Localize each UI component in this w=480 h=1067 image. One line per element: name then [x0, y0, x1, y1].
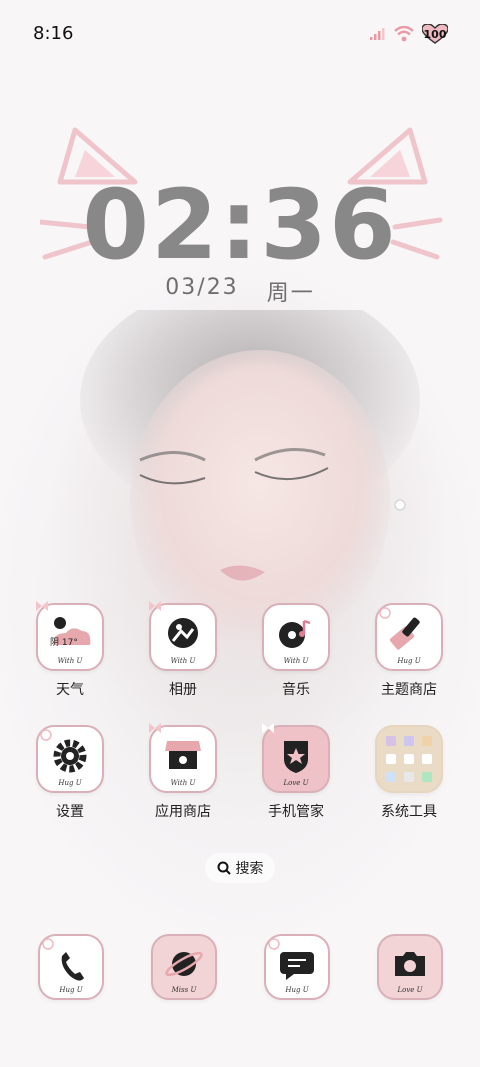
app-store[interactable]: With U 应用商店	[138, 723, 228, 821]
battery-level: 100	[423, 27, 447, 41]
clock-widget-time[interactable]: 02:36	[0, 175, 480, 275]
app-settings[interactable]: Hug U 设置	[25, 725, 115, 821]
shield-star-icon: Love U	[262, 723, 330, 793]
app-gallery[interactable]: With U 相册	[138, 601, 228, 699]
search-label: 搜索	[235, 861, 264, 877]
app-label: 主题商店	[381, 682, 437, 698]
phone-icon: Hug U	[38, 934, 104, 1000]
gallery-icon: With U	[149, 601, 217, 671]
icon-signature: With U	[283, 657, 309, 665]
status-bar: 8:16 100	[0, 0, 480, 68]
signal-icon	[370, 28, 385, 40]
planet-icon: Miss U	[151, 934, 217, 1000]
app-label: 天气	[56, 682, 84, 698]
icon-signature: Love U	[397, 986, 423, 994]
icon-signature: Hug U	[397, 657, 421, 665]
icon-signature: Love U	[283, 779, 309, 787]
app-theme-store[interactable]: Hug U 主题商店	[364, 603, 454, 699]
dock-browser[interactable]: Miss U	[139, 934, 229, 1000]
theme-brush-icon: Hug U	[375, 603, 443, 671]
app-label: 应用商店	[155, 804, 211, 820]
icon-signature: With U	[170, 657, 196, 665]
folder-icon	[375, 725, 443, 793]
app-label: 系统工具	[381, 804, 437, 820]
clock-widget-date: 03/23 周一	[0, 275, 480, 307]
store-icon: With U	[149, 723, 217, 793]
app-phone-manager[interactable]: Love U 手机管家	[251, 723, 341, 821]
wallpaper-portrait	[80, 310, 420, 640]
weather-icon: 阴 17° With U	[36, 601, 104, 671]
status-time: 8:16	[33, 23, 74, 44]
weather-text: 阴 17°	[50, 638, 78, 648]
app-system-tools-folder[interactable]: 系统工具	[364, 725, 454, 821]
gear-icon: Hug U	[36, 725, 104, 793]
icon-signature: With U	[57, 657, 83, 665]
search-button[interactable]: 搜索	[205, 853, 275, 883]
app-music[interactable]: With U 音乐	[251, 603, 341, 699]
dock-phone[interactable]: Hug U	[26, 934, 116, 1000]
app-weather[interactable]: 阴 17° With U 天气	[25, 601, 115, 699]
date-text: 03/23	[165, 275, 239, 300]
icon-signature: Hug U	[285, 986, 309, 994]
wifi-icon	[394, 26, 414, 42]
dock-camera[interactable]: Love U	[365, 934, 455, 1000]
icon-signature: Miss U	[171, 986, 197, 994]
search-icon	[217, 861, 231, 875]
battery-icon: 100	[422, 24, 448, 44]
app-label: 手机管家	[268, 804, 324, 820]
message-icon: Hug U	[264, 934, 330, 1000]
icon-signature: Hug U	[59, 986, 83, 994]
app-label: 音乐	[282, 682, 310, 698]
icon-signature: With U	[170, 779, 196, 787]
app-label: 设置	[56, 804, 84, 820]
camera-icon: Love U	[377, 934, 443, 1000]
icon-signature: Hug U	[58, 779, 82, 787]
app-label: 相册	[169, 682, 197, 698]
music-icon: With U	[262, 603, 330, 671]
weekday-text: 周一	[266, 281, 315, 306]
dock-messages[interactable]: Hug U	[252, 934, 342, 1000]
